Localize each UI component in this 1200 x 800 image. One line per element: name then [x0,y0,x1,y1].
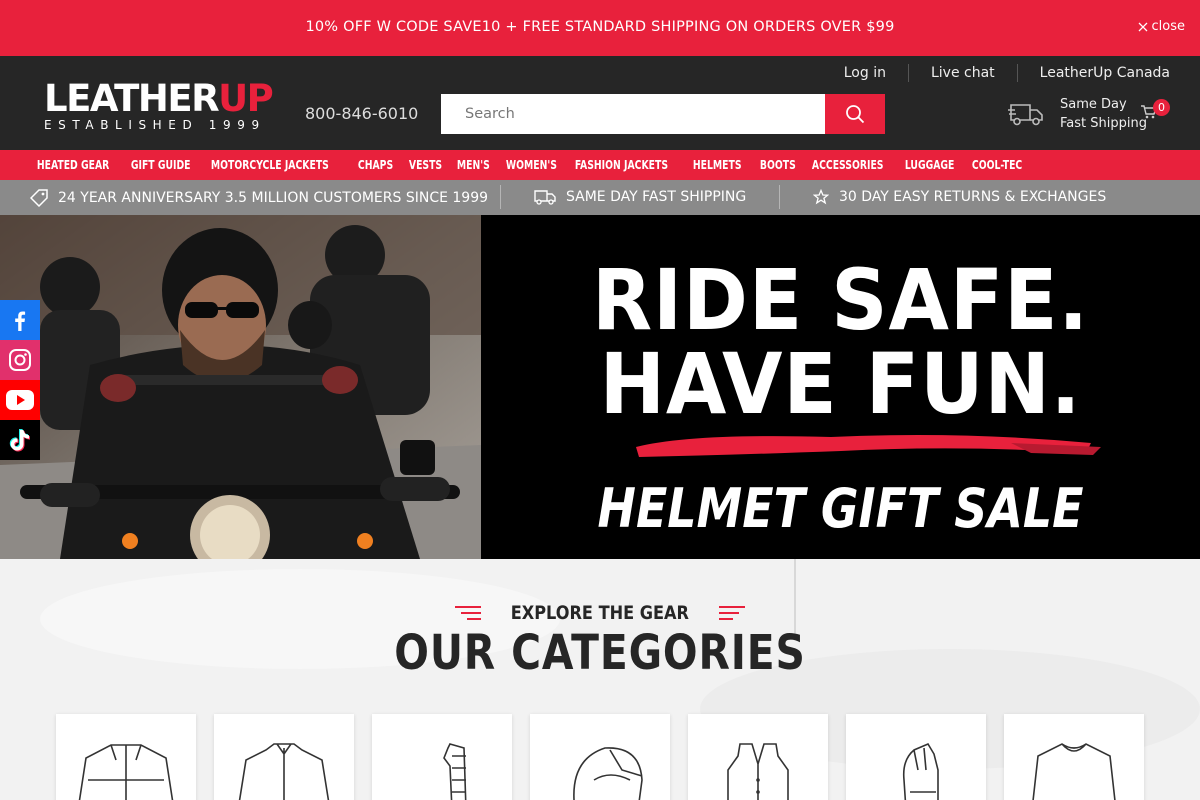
site-logo[interactable]: LEATHERUP ESTABLISHED 1999 [44,80,274,133]
nav-item-cool-tec[interactable]: COOL-TEC [965,158,1029,172]
main-nav: HEATED GEAR GIFT GUIDE MOTORCYCLE JACKET… [0,150,1200,180]
info-returns: 30 DAY EASY RETURNS & EXCHANGES [813,189,1106,205]
header-top-links: Log in Live chat LeatherUp Canada [822,64,1170,82]
facebook-link[interactable] [0,300,40,340]
youtube-link[interactable] [0,380,40,420]
category-card-jackets[interactable] [56,714,196,800]
category-card-gloves[interactable] [846,714,986,800]
instagram-link[interactable] [0,340,40,380]
search-bar [441,94,885,134]
hero-subheadline: HELMET GIFT SALE [597,477,1084,540]
social-links [0,300,40,460]
login-link[interactable]: Log in [822,65,908,81]
same-day-shipping: Same Day Fast Shipping [1008,95,1147,133]
hero-photo [0,215,481,559]
logo-tagline: ESTABLISHED 1999 [44,118,266,132]
info-shipping: SAME DAY FAST SHIPPING [534,189,746,205]
hero-banner[interactable]: RIDE SAFE. HAVE FUN. HELMET GIFT SALE [0,215,1200,559]
youtube-icon [6,390,34,410]
logo-word-right: UP [218,77,274,120]
promo-text: 10% OFF W CODE SAVE10 + FREE STANDARD SH… [305,19,895,35]
glove-icon [902,742,939,800]
phone-number[interactable]: 800-846-6010 [305,104,418,123]
nav-item-accessories[interactable]: ACCESSORIES [805,158,890,172]
shipping-line1: Same Day [1060,97,1127,112]
nav-item-fashion-jackets[interactable]: FASHION JACKETS [568,158,675,172]
site-header: LEATHERUP ESTABLISHED 1999 Log in Live c… [0,56,1200,150]
info-bar: 24 YEAR ANNIVERSARY 3.5 MILLION CUSTOMER… [0,180,1200,215]
categories-eyebrow: EXPLORE THE GEAR [0,602,1200,624]
decor-lines-icon [718,606,745,620]
cart-count-badge: 0 [1153,99,1170,116]
category-card-chaps[interactable] [372,714,512,800]
jacket-icon [78,744,174,800]
nav-item-helmets[interactable]: HELMETS [686,158,748,172]
vest-icon [727,743,789,800]
nav-item-motorcycle-jackets[interactable]: MOTORCYCLE JACKETS [204,158,336,172]
nav-item-boots[interactable]: BOOTS [753,158,803,172]
shipping-line2: Fast Shipping [1060,116,1147,131]
tiktok-icon [9,429,31,452]
eyebrow-text: EXPLORE THE GEAR [510,602,690,624]
cart-button[interactable]: 0 [1141,99,1170,123]
nav-item-mens[interactable]: MEN'S [450,158,497,172]
canada-link[interactable]: LeatherUp Canada [1018,65,1170,81]
star-icon [813,189,829,205]
truck-icon [1008,104,1043,126]
search-input[interactable] [441,94,825,134]
search-icon [846,105,865,124]
chaps-icon [443,743,467,800]
info-text: 24 YEAR ANNIVERSARY 3.5 MILLION CUSTOMER… [58,190,489,206]
shirt-icon [238,743,330,800]
info-anniversary: 24 YEAR ANNIVERSARY 3.5 MILLION CUSTOMER… [30,189,488,207]
nav-item-vests[interactable]: VESTS [402,158,449,172]
search-button[interactable] [825,94,885,134]
category-card-shirts[interactable] [214,714,354,800]
close-icon [1138,22,1147,31]
divider [500,185,501,209]
instagram-icon [9,349,31,371]
sweater-icon [1032,743,1116,800]
promo-bar: 10% OFF W CODE SAVE10 + FREE STANDARD SH… [0,0,1200,56]
hero-text-panel: RIDE SAFE. HAVE FUN. HELMET GIFT SALE [481,215,1200,559]
promo-close-label: close [1151,19,1185,34]
live-chat-link[interactable]: Live chat [909,65,1017,81]
categories-title: OUR CATEGORIES [394,625,806,681]
helmet-icon [573,747,643,800]
tiktok-link[interactable] [0,420,40,460]
logo-word-left: LEATHER [44,77,220,120]
nav-item-chaps[interactable]: CHAPS [351,158,400,172]
category-card-vests[interactable] [688,714,828,800]
category-card-helmets[interactable] [530,714,670,800]
info-text: 30 DAY EASY RETURNS & EXCHANGES [839,189,1107,205]
divider [779,185,780,209]
red-brush-stroke [636,435,1101,457]
tag-icon [30,189,48,207]
truck-icon [534,190,556,205]
categories-section: EXPLORE THE GEAR OUR CATEGORIES [0,559,1200,800]
promo-close-button[interactable]: close [1138,19,1185,34]
nav-item-gift-guide[interactable]: GIFT GUIDE [124,158,197,172]
category-card-sweaters[interactable] [1004,714,1144,800]
facebook-icon [15,311,26,331]
decor-lines-icon [455,606,482,620]
nav-item-heated-gear[interactable]: HEATED GEAR [30,158,116,172]
nav-item-womens[interactable]: WOMEN'S [499,158,564,172]
hero-headline-2: HAVE FUN. [599,335,1082,433]
nav-item-luggage[interactable]: LUGGAGE [898,158,961,172]
info-text: SAME DAY FAST SHIPPING [566,189,747,205]
